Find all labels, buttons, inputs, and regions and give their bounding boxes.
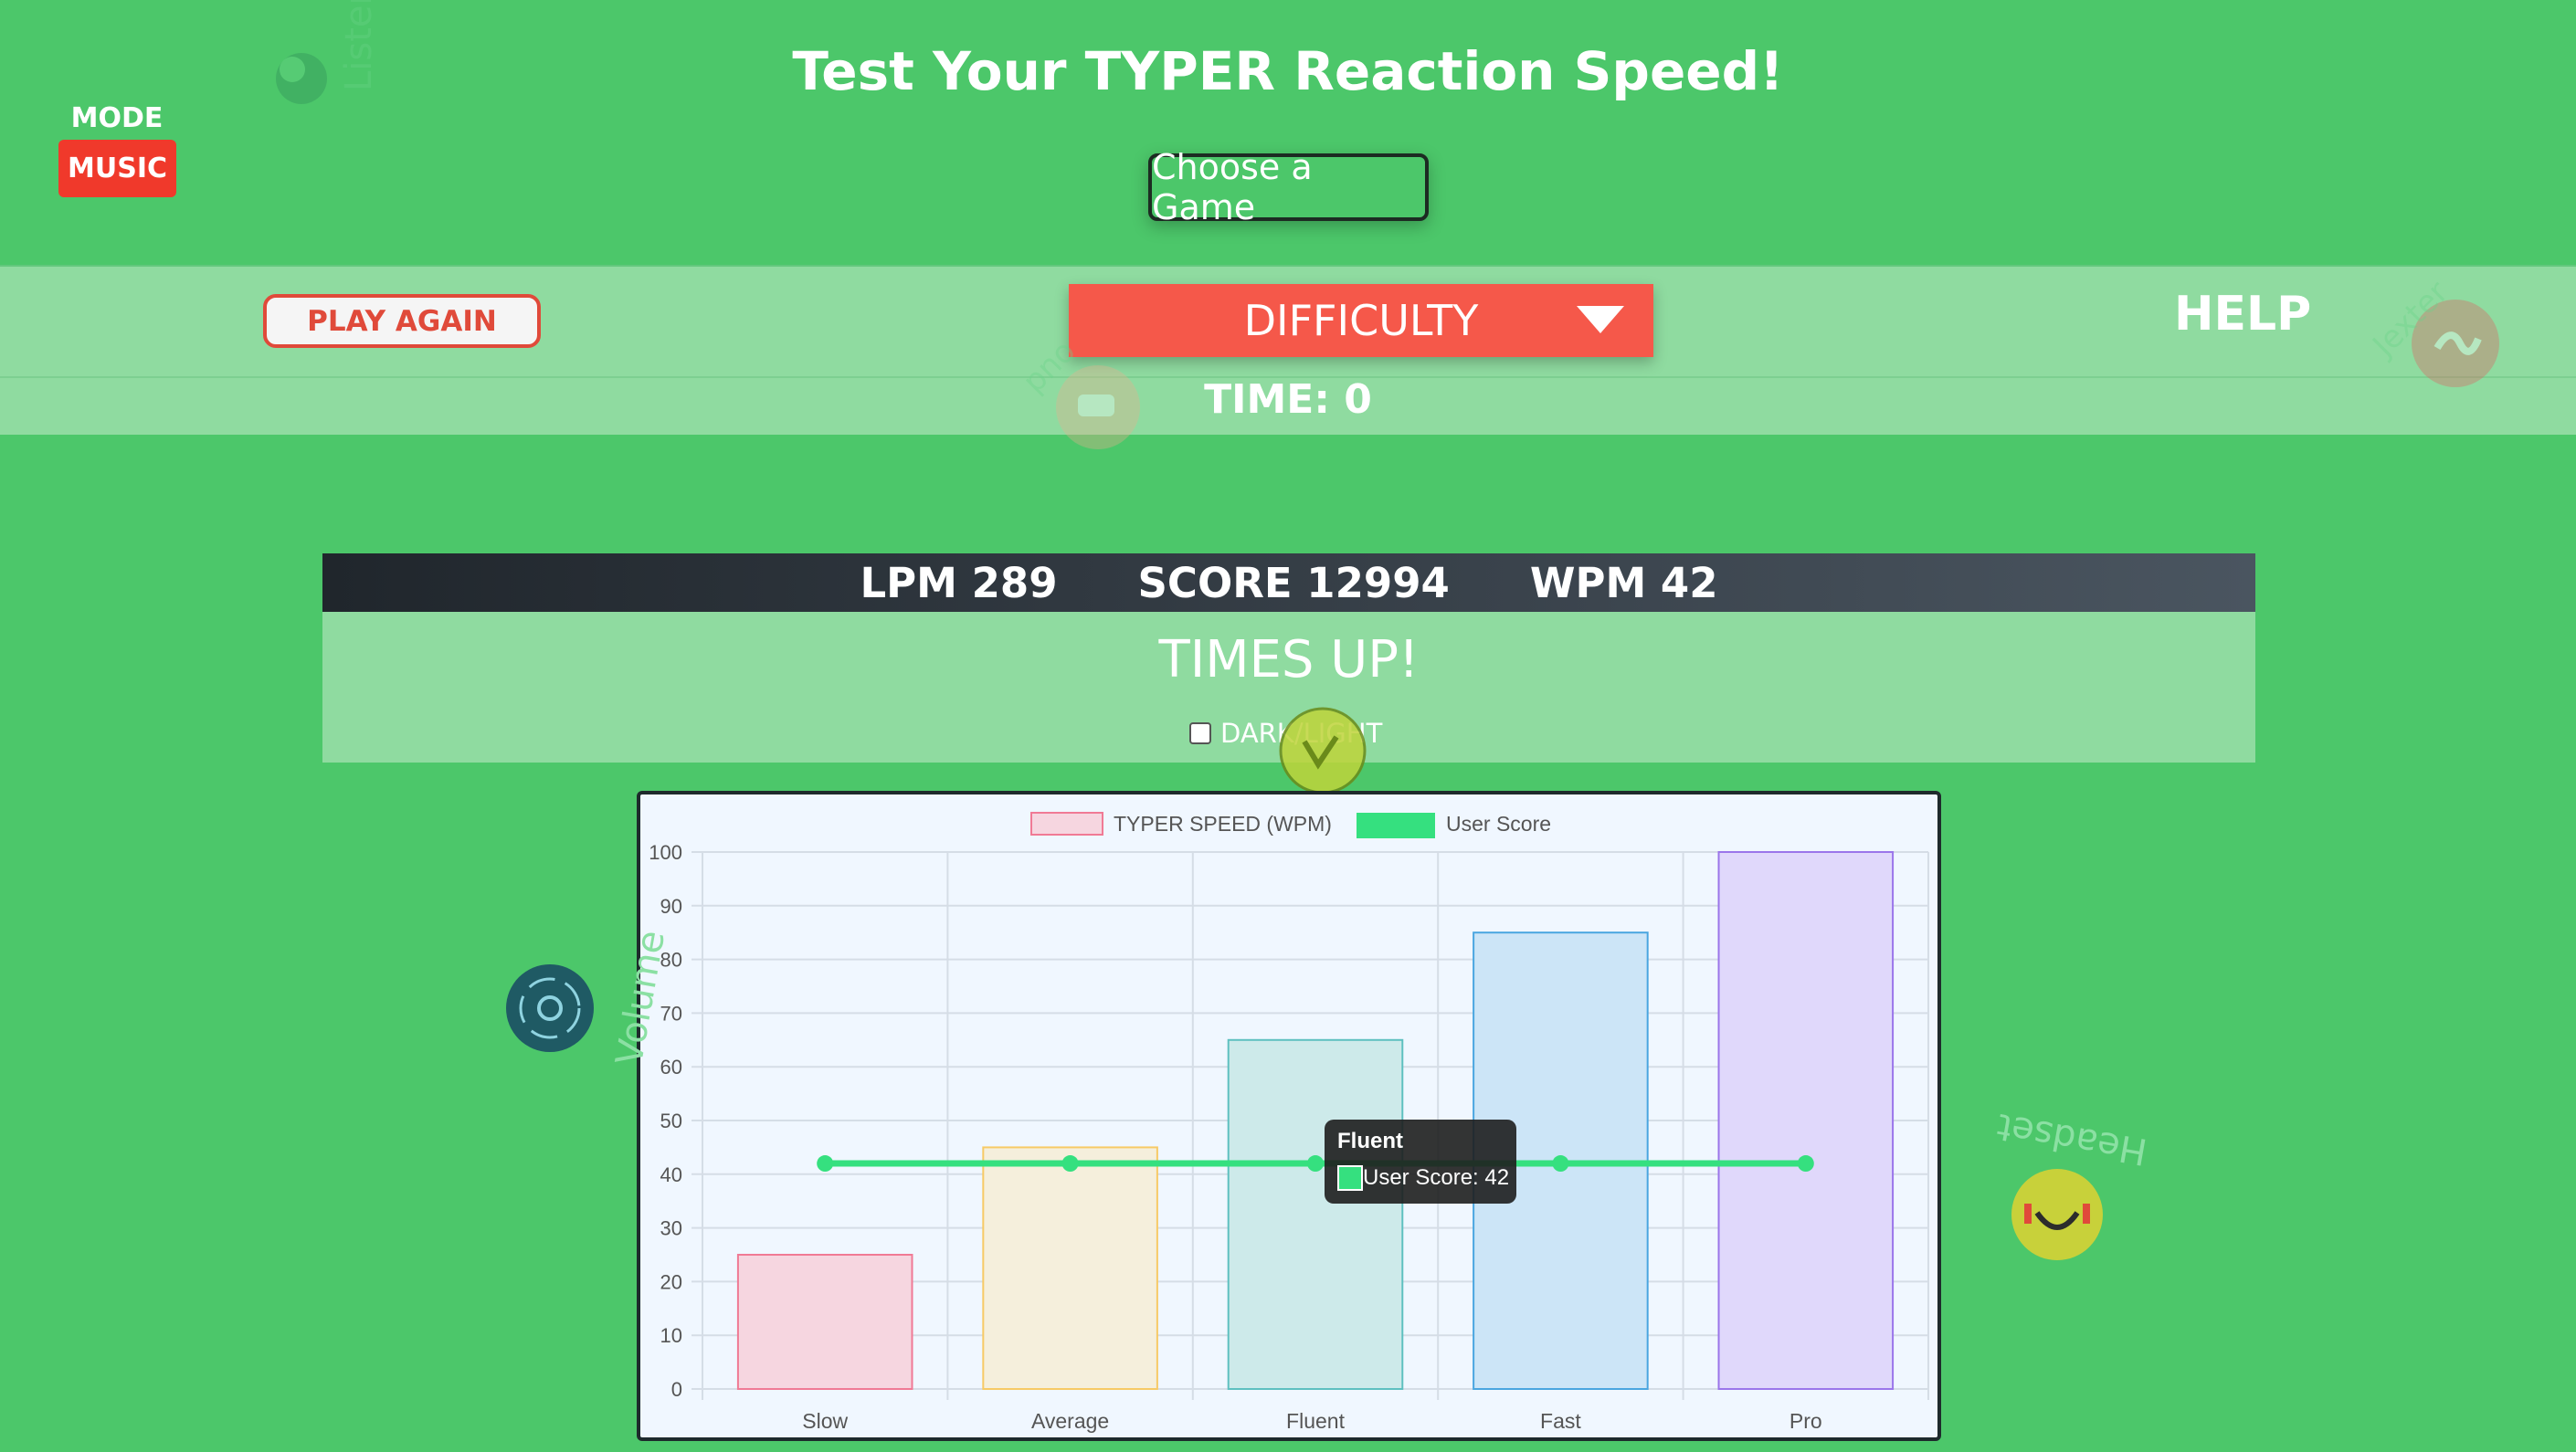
wpm-stat: WPM 42 bbox=[1529, 558, 1718, 607]
y-tick-label: 90 bbox=[660, 895, 682, 918]
user-score-point-slow bbox=[817, 1155, 834, 1173]
mode-label: MODE bbox=[70, 102, 164, 134]
y-tick-label: 20 bbox=[660, 1270, 682, 1293]
y-tick-label: 60 bbox=[660, 1056, 682, 1078]
dark-light-checkbox[interactable] bbox=[1189, 722, 1211, 744]
tooltip-swatch bbox=[1337, 1165, 1363, 1191]
caret-down-icon bbox=[1577, 306, 1624, 333]
bar-average bbox=[982, 1146, 1158, 1390]
x-tick-label: Average bbox=[1031, 1409, 1109, 1433]
score-stat: SCORE 12994 bbox=[1137, 558, 1450, 607]
legend-swatch-user-score bbox=[1357, 813, 1435, 838]
y-tick-label: 10 bbox=[660, 1324, 682, 1347]
y-tick-label: 30 bbox=[660, 1217, 682, 1240]
chart-svg: 0102030405060708090100Slow Average Fluent F… bbox=[649, 812, 1929, 1433]
legend-label-user-score: User Score bbox=[1446, 812, 1551, 836]
difficulty-dropdown[interactable]: DIFFICULTY bbox=[1069, 284, 1653, 357]
time-display: TIME: 0 bbox=[1204, 376, 1372, 423]
chart-tooltip: Fluent User Score: 42 bbox=[1325, 1120, 1516, 1204]
page-title: Test Your TYPER Reaction Speed! bbox=[792, 40, 1784, 102]
legend-swatch-typer-speed bbox=[1030, 812, 1103, 836]
results-chart: 0 10 20 30 40 50 60 70 80 90 100 Slow Average Fluent F… bbox=[637, 791, 1941, 1441]
play-again-button[interactable]: PLAY AGAIN bbox=[263, 294, 541, 348]
volume-icon bbox=[506, 964, 594, 1052]
x-tick-label: Slow bbox=[802, 1409, 848, 1433]
y-tick-label: 0 bbox=[671, 1378, 682, 1401]
music-button[interactable]: MUSIC bbox=[58, 140, 176, 197]
bar-pro bbox=[1717, 851, 1895, 1390]
user-score-point-fluent bbox=[1307, 1155, 1324, 1173]
difficulty-label: DIFFICULTY bbox=[1243, 296, 1479, 345]
listen-icon bbox=[276, 53, 327, 104]
x-tick-label: Fast bbox=[1540, 1409, 1581, 1433]
tooltip-text: User Score: 42 bbox=[1363, 1165, 1510, 1190]
times-up-message: TIMES UP! bbox=[1158, 630, 1420, 689]
headset-icon bbox=[2011, 1169, 2103, 1260]
help-button[interactable]: HELP bbox=[2174, 287, 2320, 342]
tooltip-title: Fluent bbox=[1337, 1129, 1403, 1153]
y-tick-label: 40 bbox=[660, 1163, 682, 1186]
user-score-point-pro bbox=[1797, 1155, 1814, 1173]
bar-fluent bbox=[1227, 1038, 1404, 1390]
y-tick-label: 50 bbox=[660, 1110, 682, 1132]
legend-label-typer-speed: TYPER SPEED (WPM) bbox=[1114, 812, 1332, 836]
lpm-stat: LPM 289 bbox=[860, 558, 1058, 607]
x-tick-label: Fluent bbox=[1286, 1409, 1346, 1433]
bar-slow bbox=[736, 1254, 913, 1390]
listen-label: Listen bbox=[338, 0, 380, 91]
y-tick-label: 70 bbox=[660, 1002, 682, 1025]
user-score-point-fast bbox=[1552, 1155, 1569, 1173]
headset-label: Headset bbox=[1993, 1104, 2150, 1173]
stats-bar: LPM 289 SCORE 12994 WPM 42 bbox=[322, 553, 2255, 612]
choose-game-button[interactable]: Choose a Game bbox=[1148, 147, 1429, 227]
user-score-point-average bbox=[1061, 1155, 1079, 1173]
y-tick-label: 100 bbox=[649, 841, 682, 864]
vine-icon bbox=[1279, 707, 1367, 794]
x-tick-label: Pro bbox=[1789, 1409, 1822, 1433]
